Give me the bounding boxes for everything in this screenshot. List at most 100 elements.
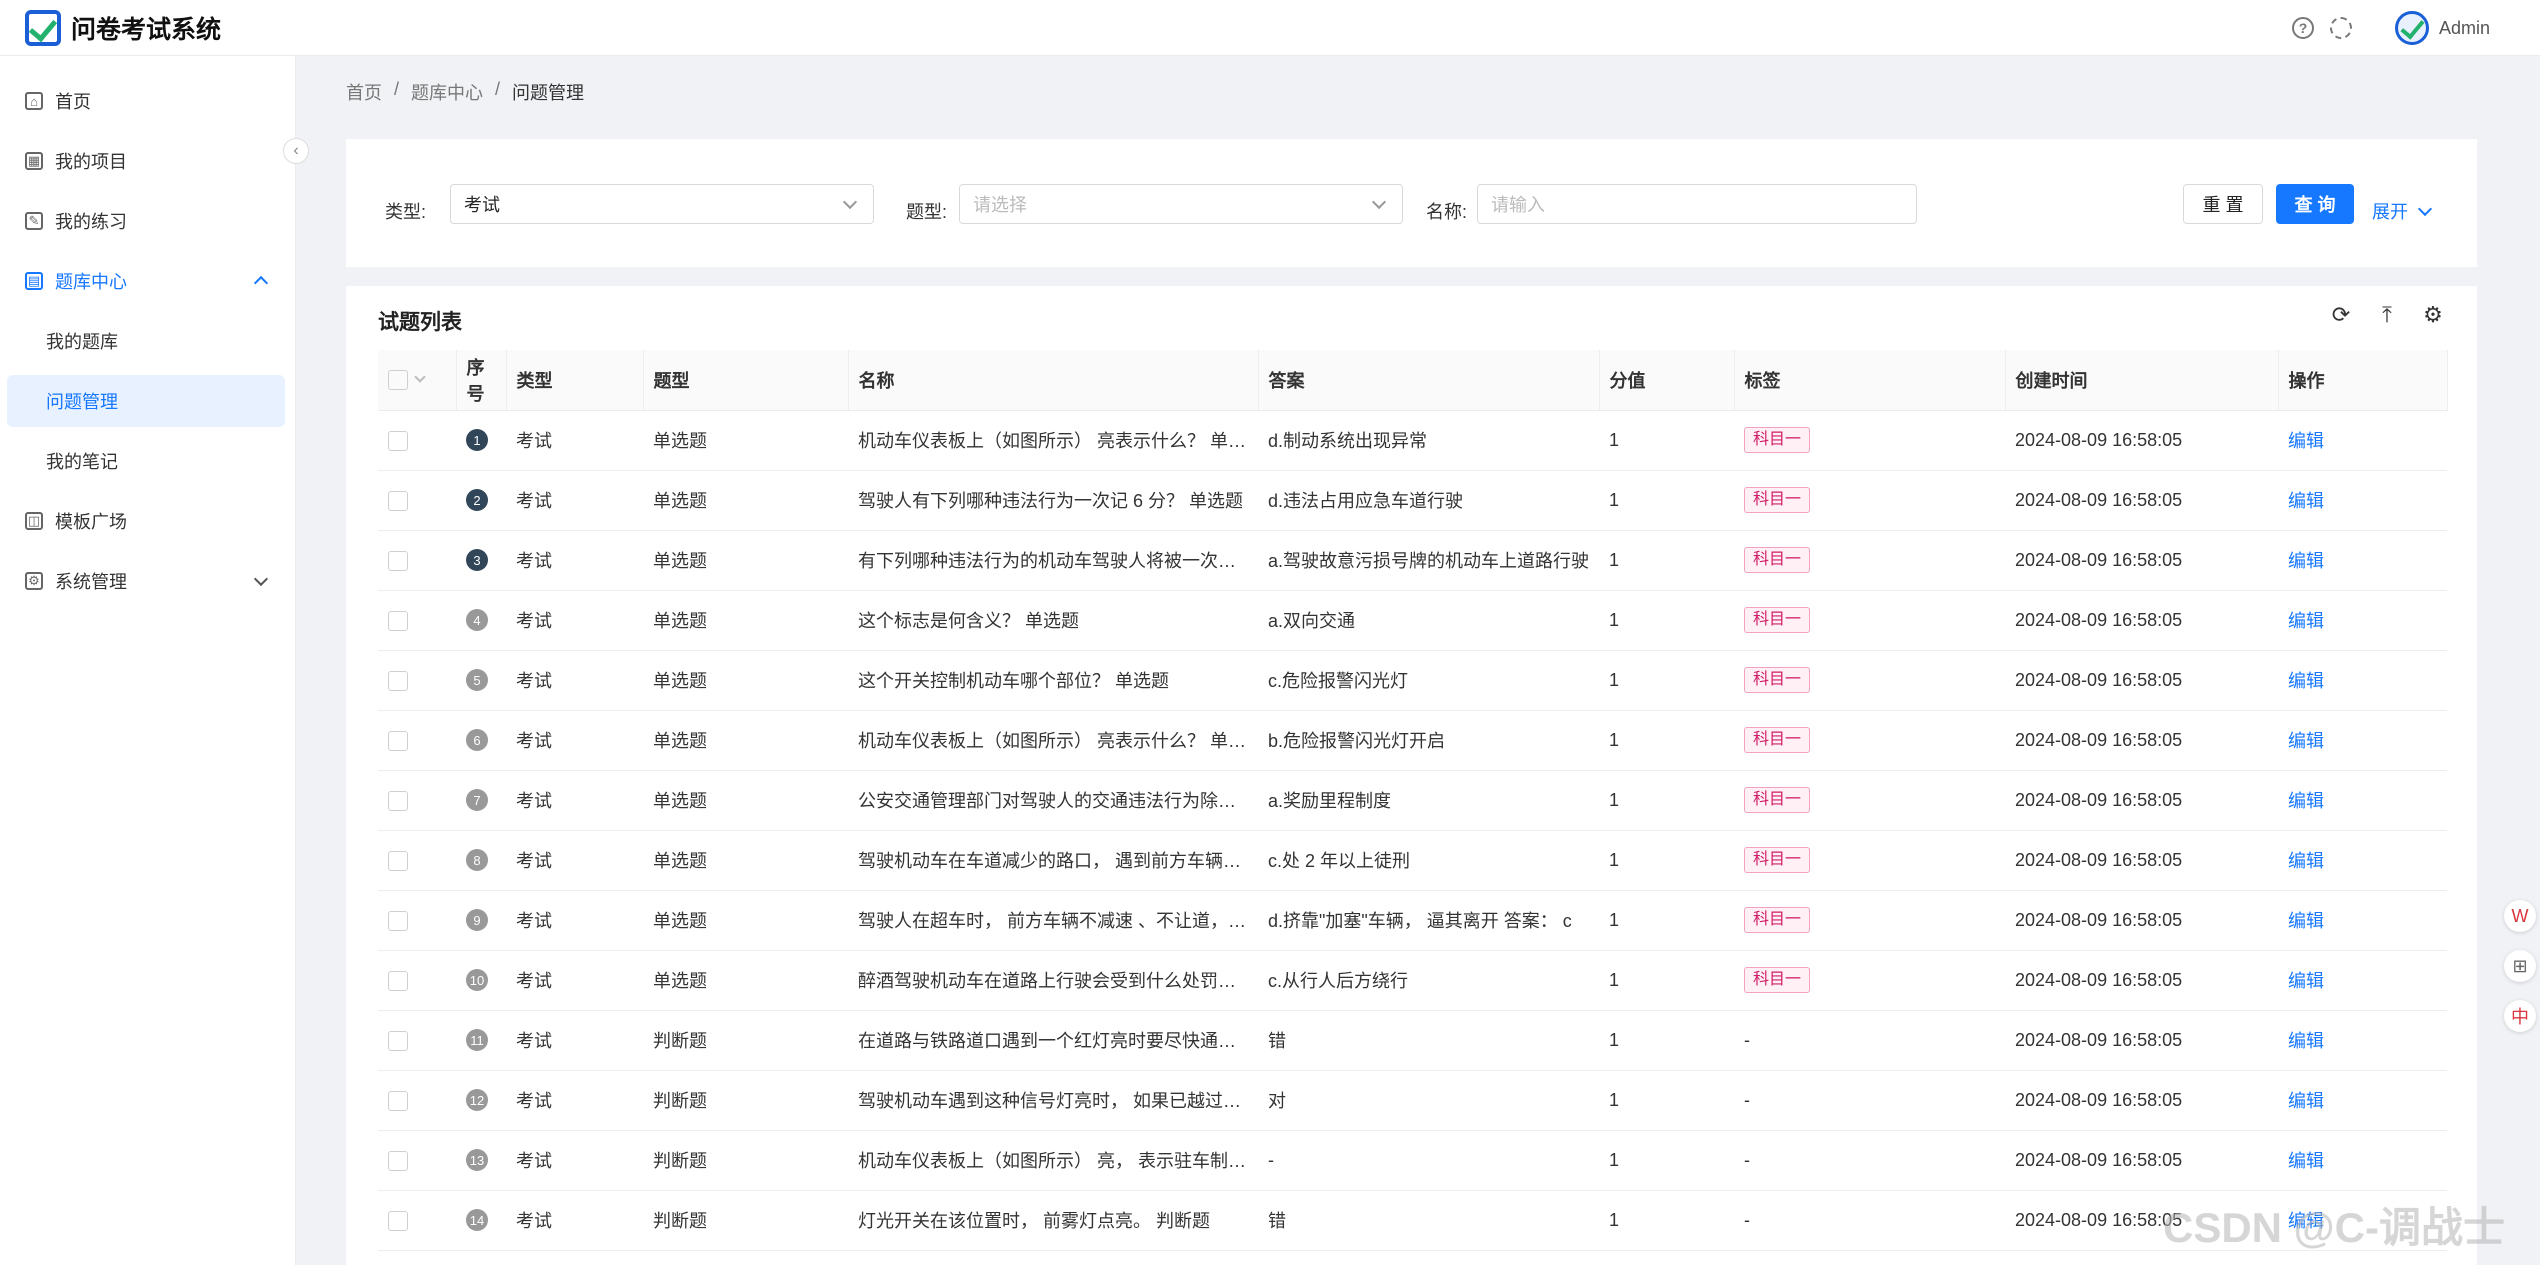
row-score-text: 1 — [1609, 909, 1620, 930]
edit-link[interactable]: 编辑 — [2288, 551, 2324, 571]
sidebar-subitem-my-bank[interactable]: 我的题库 — [0, 315, 296, 367]
reset-button[interactable]: 重 置 — [2183, 184, 2263, 224]
row-checkbox[interactable] — [388, 610, 408, 631]
row-name-text: 驾驶机动车遇到这种信号灯亮时， 如果已越过停止线 — [858, 1091, 1258, 1111]
sidebar-subitem-question-management[interactable]: 问题管理 — [7, 375, 285, 427]
row-index: 2 — [456, 470, 506, 531]
sidebar-item-system-management[interactable]: ⚙ 系统管理 — [0, 555, 296, 607]
edit-link[interactable]: 编辑 — [2288, 431, 2324, 451]
edit-link[interactable]: 编辑 — [2288, 671, 2324, 691]
sidebar-item-question-bank[interactable]: ▤ 题库中心 — [0, 255, 296, 307]
row-score-text: 1 — [1609, 849, 1620, 870]
type-select[interactable]: 考试 — [450, 184, 874, 224]
user-menu[interactable]: Admin — [2394, 11, 2490, 45]
table-row[interactable]: 9 考试 单选题 驾驶人在超车时， 前方车辆不减速 、不让道， 应怎样做 d.挤靠"加塞… — [378, 890, 2447, 951]
question-type-select[interactable]: 请选择 — [959, 184, 1403, 224]
row-score: 1 — [1599, 1130, 1734, 1191]
table-row[interactable]: 12 考试 判断题 驾驶机动车遇到这种信号灯亮时， 如果已越过停止线对 1 - 2024-0… — [378, 1070, 2447, 1131]
column-settings-icon[interactable]: ⚙ — [2422, 302, 2444, 327]
table-header-row: 序号 类型 题型 名称 答案 分值 标签 创建时间 操作 — [378, 350, 2448, 411]
row-checkbox[interactable] — [388, 850, 408, 871]
row-index: 14 — [456, 1190, 506, 1251]
refresh-icon[interactable]: ⟳ — [2330, 302, 2352, 327]
settings-gear-icon[interactable] — [2329, 17, 2352, 39]
row-type-text: 考试 — [516, 1211, 552, 1231]
select-all-control[interactable] — [388, 369, 446, 390]
table-row[interactable]: 13 考试 判断题 机动车仪表板上（如图所示） 亮， 表示驻车制动器 -1-2024-0… — [378, 1130, 2447, 1191]
table-row[interactable]: 7 考试 单选题 公安交通管理部门对驾驶人的交通违法行为除依法给予处罚 a.奖励里程制度… — [378, 770, 2447, 831]
edit-link[interactable]: 编辑 — [2288, 731, 2324, 751]
table-row[interactable]: 14 考试 判断题 灯光开关在该位置时， 前雾灯点亮。 判断题 错 1 - 2024-08-0… — [378, 1190, 2447, 1251]
select-all-checkbox[interactable] — [388, 369, 408, 390]
wps-icon[interactable]: W — [2504, 900, 2536, 932]
breadcrumb-question-bank[interactable]: 题库中心 — [411, 79, 483, 105]
row-checkbox[interactable] — [388, 550, 408, 571]
row-type-text: 考试 — [516, 971, 552, 991]
row-checkbox[interactable] — [388, 1090, 408, 1111]
table-row[interactable]: 6 考试 单选题 机动车仪表板上（如图所示） 亮表示什么？ 单选题 b.危险报警闪光灯开… — [378, 710, 2447, 771]
row-checkbox[interactable] — [388, 910, 408, 931]
edit-link[interactable]: 编辑 — [2288, 791, 2324, 811]
edit-link[interactable]: 编辑 — [2288, 1091, 2324, 1111]
table-row[interactable]: 2 考试 单选题 驾驶人有下列哪种违法行为一次记 6 分？ 单选题 d.违法占用应急车道… — [378, 470, 2447, 531]
sidebar-item-projects[interactable]: ▦ 我的项目 — [0, 135, 296, 187]
row-checkbox[interactable] — [388, 490, 408, 511]
table-row[interactable]: 11 考试 判断题 在道路与铁路道口遇到一个红灯亮时要尽快通过道口错 1 - 2024-08… — [378, 1010, 2447, 1071]
row-checkbox[interactable] — [388, 670, 408, 691]
edit-link[interactable]: 编辑 — [2288, 611, 2324, 631]
row-checkbox-cell — [378, 1010, 456, 1071]
sidebar-item-home[interactable]: ⌂ 首页 — [0, 75, 296, 127]
search-button[interactable]: 查 询 — [2276, 184, 2354, 224]
select-all-header[interactable] — [378, 350, 457, 411]
row-name-text: 这个标志是何含义？ 单选题 — [858, 611, 1079, 631]
name-input[interactable]: 请输入 — [1477, 184, 1917, 224]
edit-link[interactable]: 编辑 — [2288, 911, 2324, 931]
edit-link[interactable]: 编辑 — [2288, 1031, 2324, 1051]
sidebar-item-practice[interactable]: ✎ 我的练习 — [0, 195, 296, 247]
row-checkbox[interactable] — [388, 1210, 408, 1231]
row-question-type: 单选题 — [643, 590, 848, 651]
subject-tag: 科目一 — [1744, 427, 1811, 453]
row-tag: - — [1734, 1130, 2005, 1191]
help-icon[interactable]: ? — [2291, 17, 2314, 39]
table-row[interactable]: 4 考试 单选题 这个标志是何含义？ 单选题 a.双向交通 1 科目一 2024-08-09 … — [378, 590, 2447, 651]
density-icon[interactable]: ⤒ — [2376, 302, 2398, 327]
sidebar-item-label: 我的项目 — [55, 152, 127, 172]
edit-link[interactable]: 编辑 — [2288, 491, 2324, 511]
header-name: 名称 — [848, 350, 1259, 411]
row-actions: 编辑 — [2278, 650, 2447, 711]
edit-link[interactable]: 编辑 — [2288, 971, 2324, 991]
row-checkbox[interactable] — [388, 970, 408, 991]
row-score: 1 — [1599, 1190, 1734, 1251]
table-row[interactable]: 5 考试 单选题 这个开关控制机动车哪个部位？ 单选题 c.危险报警闪光灯 1 科目一 202… — [378, 650, 2447, 711]
table-row[interactable]: 10 考试 单选题 醉酒驾驶机动车在道路上行驶会受到什么处罚？ 单选题 c.从行人后方绕… — [378, 950, 2447, 1011]
row-answer-text: c.危险报警闪光灯 — [1268, 671, 1409, 691]
table-row[interactable]: 8 考试 单选题 驾驶机动车在车道减少的路口， 遇到前方车辆依次排队 c.处 2 年以上… — [378, 830, 2447, 891]
sidebar-item-template-plaza[interactable]: ◫ 模板广场 — [0, 495, 296, 547]
table-row[interactable]: 1 考试 单选题 机动车仪表板上（如图所示） 亮表示什么？ 单选题 d.制动系统出现异常… — [378, 410, 2447, 471]
breadcrumb-home[interactable]: 首页 — [346, 79, 382, 105]
translate-icon[interactable]: 中 — [2504, 1000, 2536, 1032]
sidebar-subitem-my-notes[interactable]: 我的笔记 — [0, 435, 296, 487]
row-name: 驾驶机动车在车道减少的路口， 遇到前方车辆依次排队 — [848, 830, 1258, 891]
edit-link[interactable]: 编辑 — [2288, 1151, 2324, 1171]
row-checkbox[interactable] — [388, 1150, 408, 1171]
row-name: 公安交通管理部门对驾驶人的交通违法行为除依法给予处罚 — [848, 770, 1258, 831]
expand-button[interactable]: 展开 — [2372, 198, 2433, 224]
app-logo[interactable]: 问卷考试系统 — [25, 9, 221, 46]
row-checkbox-cell — [378, 1070, 456, 1131]
table-row[interactable]: 3 考试 单选题 有下列哪种违法行为的机动车驾驶人将被一次记 12 分？ a.驾驶故意污… — [378, 530, 2447, 591]
row-name: 在道路与铁路道口遇到一个红灯亮时要尽快通过道口 — [848, 1010, 1258, 1071]
row-checkbox[interactable] — [388, 790, 408, 811]
row-checkbox[interactable] — [388, 1030, 408, 1051]
apps-icon[interactable]: ⊞ — [2504, 950, 2536, 982]
row-checkbox[interactable] — [388, 730, 408, 751]
edit-link[interactable]: 编辑 — [2288, 851, 2324, 871]
row-answer: a.双向交通 — [1258, 590, 1599, 651]
expand-label: 展开 — [2372, 202, 2408, 222]
row-question-type-text: 单选题 — [653, 971, 707, 991]
row-answer: b.危险报警闪光灯开启 — [1258, 710, 1599, 771]
row-type-text: 考试 — [516, 791, 552, 811]
row-checkbox[interactable] — [388, 430, 408, 451]
sidebar-item-label: 系统管理 — [55, 572, 127, 592]
